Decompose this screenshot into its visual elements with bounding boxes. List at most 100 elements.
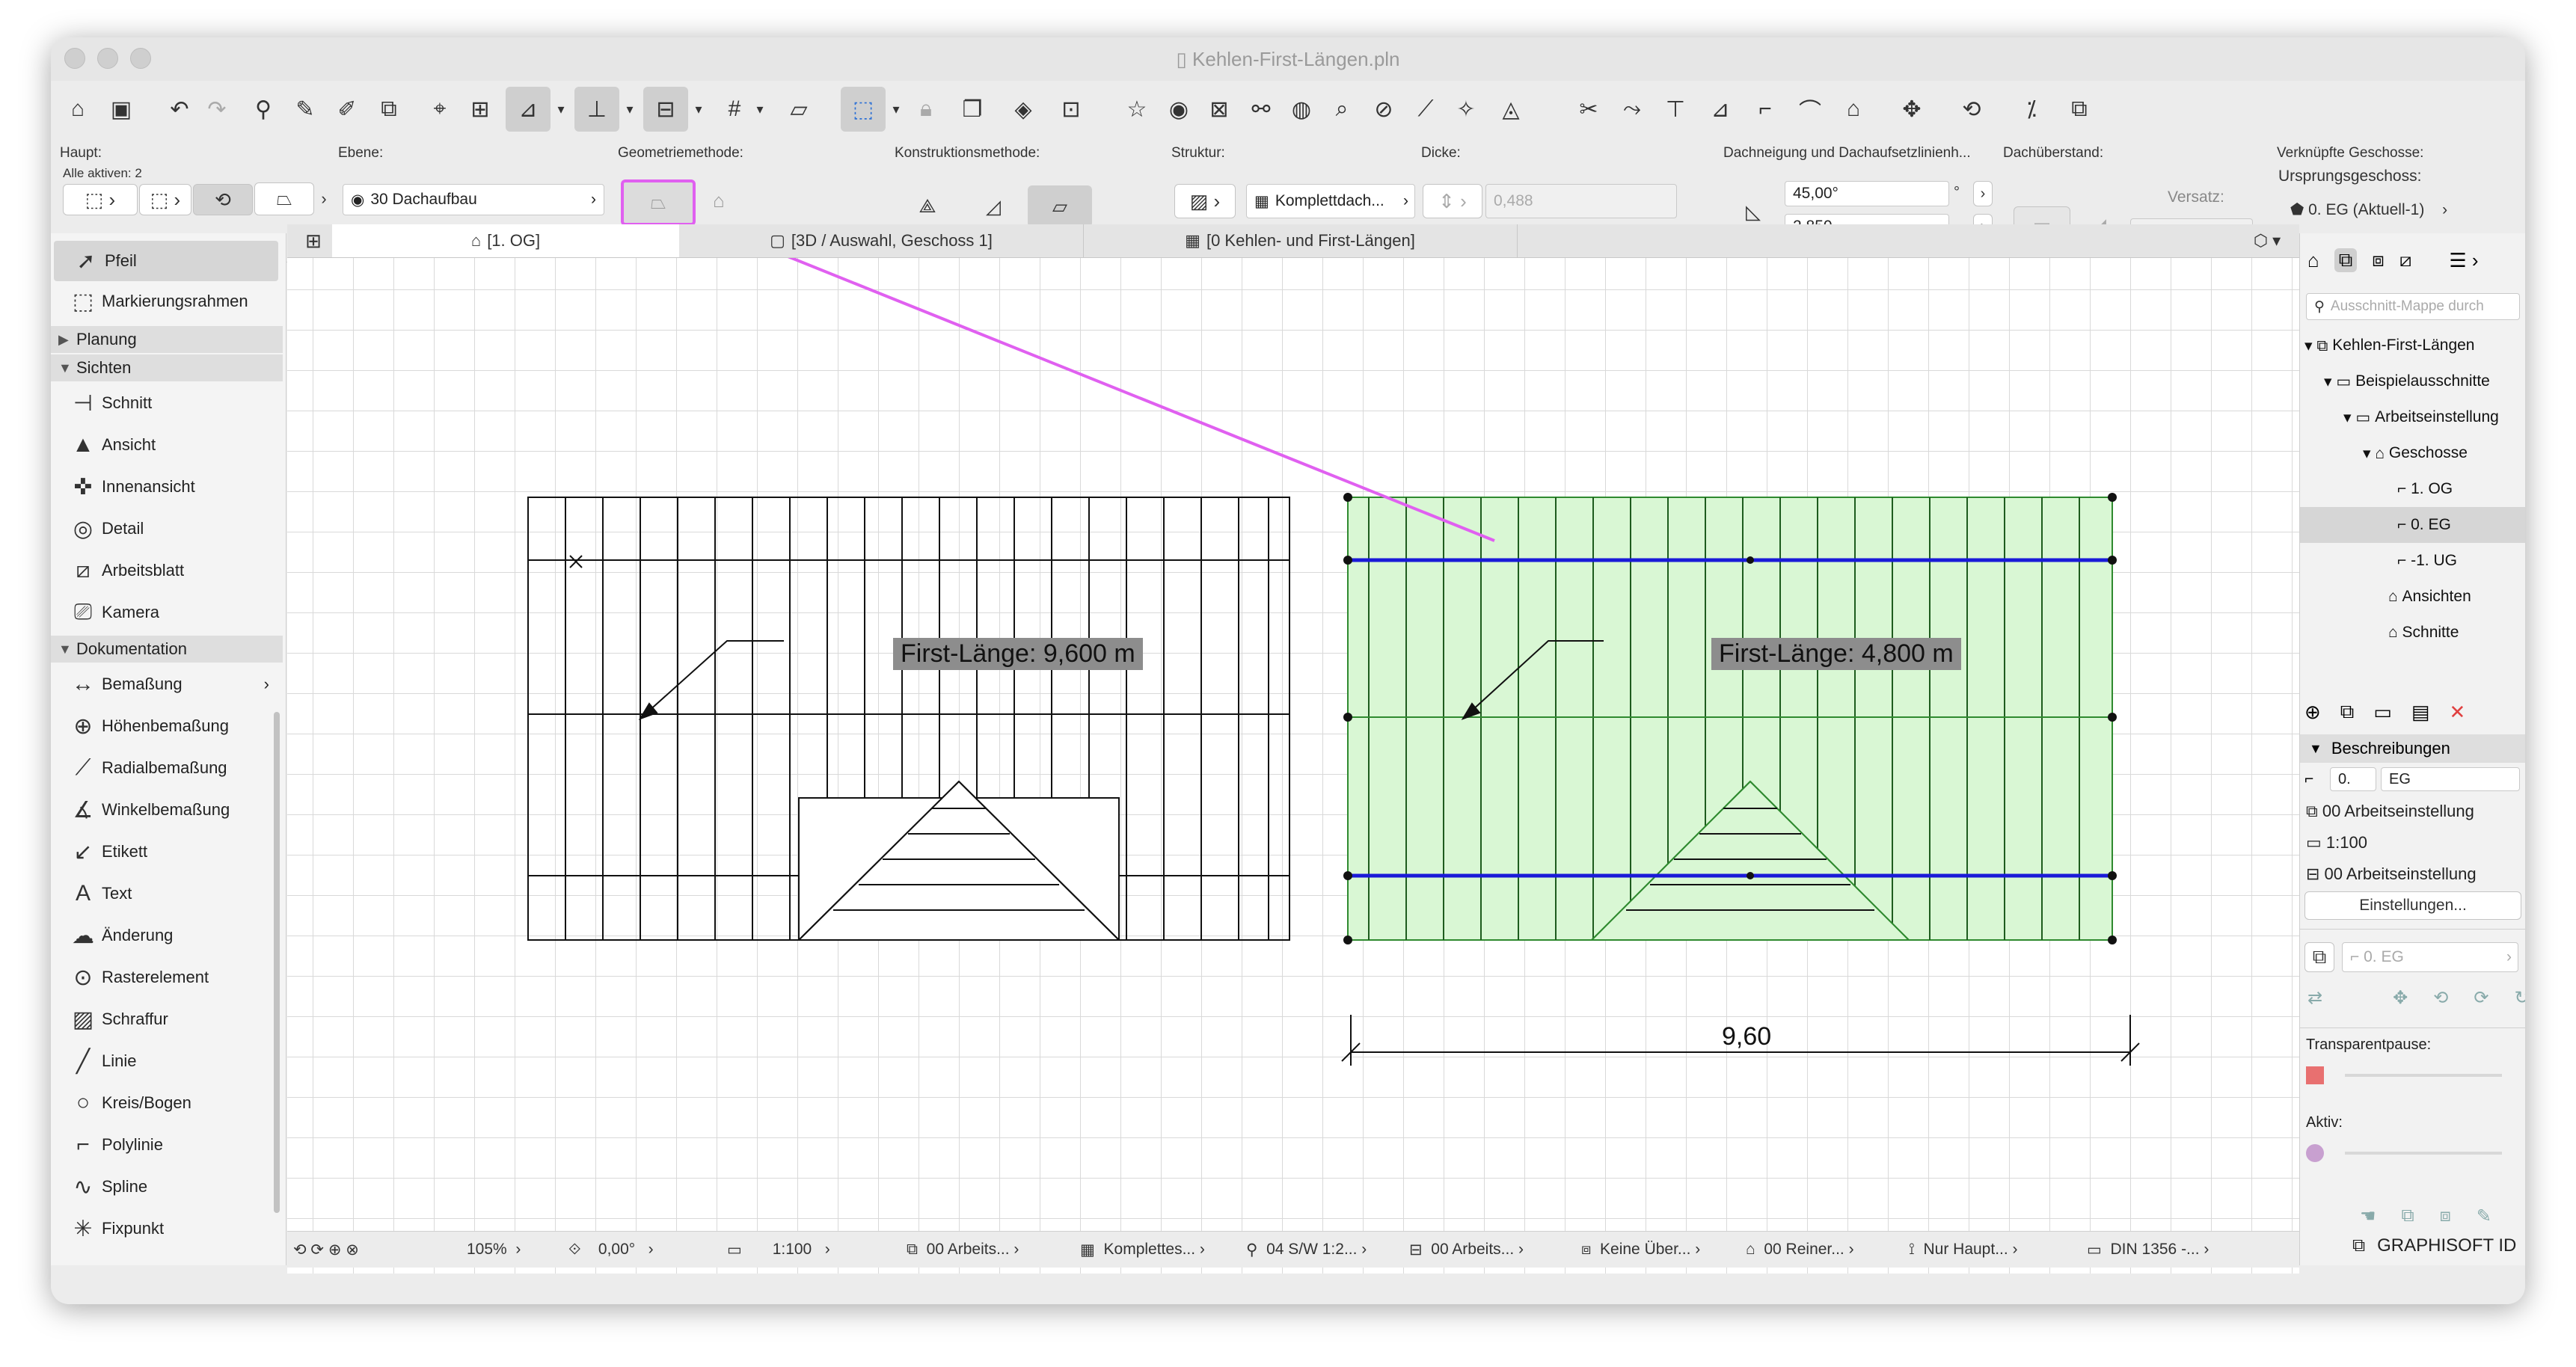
transform-icon[interactable]: ⧉ [372,87,405,132]
section-planung[interactable]: ▶ Planung [51,326,283,353]
tab-3d[interactable]: ▢ [3D / Auswahl, Geschoss 1] [679,224,1084,257]
tool-innenansicht[interactable]: ✜ Innenansicht [51,467,283,507]
project-map-icon[interactable]: ⌂ [2307,249,2319,272]
einstellungen-button[interactable]: Einstellungen... [2304,891,2521,920]
tree-item-geschosse[interactable]: ▾ ⌂ Geschosse [2363,435,2468,471]
roof-type-button[interactable]: ⏢ [254,182,314,215]
label-first-length-left[interactable]: First-Länge: 9,600 m [893,638,1143,670]
library-icon[interactable]: ◉ [1162,87,1195,132]
save-icon[interactable]: ▣ [105,87,138,132]
chevron-right-icon[interactable]: › [1973,181,1993,206]
delete-icon[interactable]: ✕ [2450,701,2466,724]
tab-schedule[interactable]: ▦ [0 Kehlen- und First-Längen] [1083,224,1518,257]
tool-aenderung[interactable]: ☁ Änderung [51,915,283,956]
construction-line-button[interactable]: ◿ [965,185,1022,227]
pen-set-value[interactable]: ⚲ 04 S/W 1:2... › [1246,1232,1367,1268]
move-trace-icon[interactable]: ✥ [2393,987,2408,1009]
tool-schraffur[interactable]: ▨ Schraffur [51,999,283,1039]
zoom-value[interactable]: 105% › [467,1232,521,1268]
trace-toggle-button[interactable]: ⧉ [2304,942,2334,972]
home-icon[interactable]: ⌂ [61,87,94,132]
tool-spline[interactable]: ∿ Spline [51,1167,283,1207]
offset-icon[interactable]: ⊿ [1704,87,1737,132]
ursprung-value[interactable]: ⬟ 0. EG (Aktuell-1) › [2290,200,2447,219]
gravity-button[interactable]: ⟲ [193,184,253,215]
adjust-icon[interactable]: ⤳ [1616,87,1649,132]
tool-winkelbemassung[interactable]: ∡ Winkelbemaßung [51,790,283,830]
trace-reference-select[interactable]: ⌐ 0. EG › [2342,942,2518,972]
tab-overview-icon[interactable]: ⊞ [295,224,332,257]
renovation-value[interactable]: ⌂ 00 Reiner... › [1746,1232,1854,1268]
tab-menu-button[interactable]: ⬡ ▾ [2241,224,2293,257]
new-folder-icon[interactable]: ▭ [2373,701,2392,724]
toolbox-scrollbar[interactable] [274,712,280,1213]
section-sichten[interactable]: ▼ Sichten [51,354,283,381]
view-map-search[interactable]: ⚲ Ausschnitt-Mappe durch [2306,293,2520,320]
tree-item-og[interactable]: ⌐ 1. OG [2397,471,2453,507]
tool-bemassung[interactable]: ↔ Bemaßung › [51,664,283,704]
tool-arbeitsblatt[interactable]: ⧄ Arbeitsblatt [51,550,283,591]
trace-color-swatch[interactable] [2306,1066,2324,1084]
pitch-field[interactable]: 45,00° [1785,181,1949,206]
graphisoft-id[interactable]: ⧉ GRAPHISOFT ID [2352,1235,2516,1256]
angle-value[interactable]: ⟐ 0,00° › [568,1232,654,1268]
guide-lines-icon[interactable]: ⊿ [506,87,551,132]
snap-guide-icon[interactable]: ⊞ [464,87,497,132]
chevron-down-icon[interactable]: ▾ [553,87,568,132]
layout-book-icon[interactable]: ⧈ [2372,248,2385,272]
geometry-method-simple-button[interactable]: ⏢ [621,179,696,226]
zoom-controls[interactable]: ⟲ ⟳ ⊕ ⊗ [293,1232,359,1268]
construction-polygon-button[interactable]: ⟁ [899,185,956,227]
chevron-right-icon[interactable]: › [316,182,332,215]
redo-icon[interactable]: ↷ [200,87,233,132]
find-icon[interactable]: ⌕ [1325,87,1358,132]
menu-icon[interactable]: ☰ › [2449,249,2478,272]
tool-fixpunkt[interactable]: ✳ Fixpunkt [51,1208,283,1249]
chevron-down-icon[interactable]: ▾ [691,87,706,132]
publisher-icon[interactable]: ⧄ [2399,248,2412,272]
active-slider[interactable] [2345,1152,2502,1155]
thickness-field[interactable]: 0,488 [1485,184,1677,218]
layer-combination-icon[interactable]: ❐ [956,87,989,132]
tool-schnitt[interactable]: ⊣ Schnitt [51,383,283,423]
design-option-value[interactable]: ⟟ Nur Haupt... › [1909,1232,2018,1268]
layer-select[interactable]: ◉ 30 Dachaufbau › [343,184,604,215]
favorites-star-icon[interactable]: ☆ [1120,87,1153,132]
undo-icon[interactable]: ↶ [163,87,196,132]
suspend-groups-icon[interactable]: ⬚ [841,87,886,132]
clone-view-icon[interactable]: ⧉ [2340,700,2355,724]
trim-icon[interactable]: ✂ [1572,87,1605,132]
roof-icon[interactable]: ⌂ [1837,87,1870,132]
compare-icon[interactable]: ⧈ [2440,1205,2451,1227]
dimension-text[interactable]: 9,60 [1722,1022,1771,1051]
layout-icon[interactable]: ⊠ [1203,87,1236,132]
section-dokumentation[interactable]: ▼ Dokumentation [51,636,283,663]
cursor-snap-icon[interactable]: ⌖ [423,87,456,132]
chevron-down-icon[interactable]: ▾ [752,87,767,132]
chevron-down-icon[interactable]: ▾ [622,87,637,132]
scale-value[interactable]: ▭ 1:100 › [727,1232,830,1268]
brush-icon[interactable]: ✎ [2477,1205,2491,1227]
structure-display-value[interactable]: ▦ Komplettes... › [1080,1232,1205,1268]
curve-icon[interactable]: ⌒ [1794,87,1827,132]
tool-etikett[interactable]: ↙ Etikett [51,832,283,872]
thickness-icon-button[interactable]: ⇕ › [1423,184,1482,218]
tool-markierungsrahmen[interactable]: ⬚ Markierungsrahmen [51,281,283,322]
dimension-standard-value[interactable]: ▭ DIN 1356 -... › [2087,1232,2209,1268]
swap-icon[interactable]: ⇄ [2307,987,2322,1009]
find-select-icon[interactable]: ⚲ [247,87,280,132]
section-beschreibungen[interactable]: ▼ Beschreibungen [2300,734,2525,763]
tool-polylinie[interactable]: ⌐ Polylinie [51,1125,283,1165]
construction-rect-button[interactable]: ⏥ [1028,185,1092,227]
tree-item-ansichten[interactable]: ⌂ Ansichten [2388,579,2471,615]
new-view-icon[interactable]: ⊕ [2304,701,2321,724]
floor-plan-canvas[interactable]: First-Länge: 9,600 m First-Länge: 4,800 … [287,258,2299,1274]
rotate-icon[interactable]: ⟲ [1955,87,1988,132]
tool-kreisbogen[interactable]: ○ Kreis/Bogen [51,1083,283,1123]
tree-item-eg[interactable]: ⌐ 0. EG [2300,507,2525,543]
refresh-icon[interactable]: ↻ [2514,987,2525,1009]
fillet-icon[interactable]: ⌐ [1749,87,1782,132]
tool-rasterelement[interactable]: ⊙ Rasterelement [51,957,283,998]
grid-snap-icon[interactable]: ⊟ [643,87,688,132]
structure-select[interactable]: ▦ Komplettdach... › [1246,184,1415,218]
